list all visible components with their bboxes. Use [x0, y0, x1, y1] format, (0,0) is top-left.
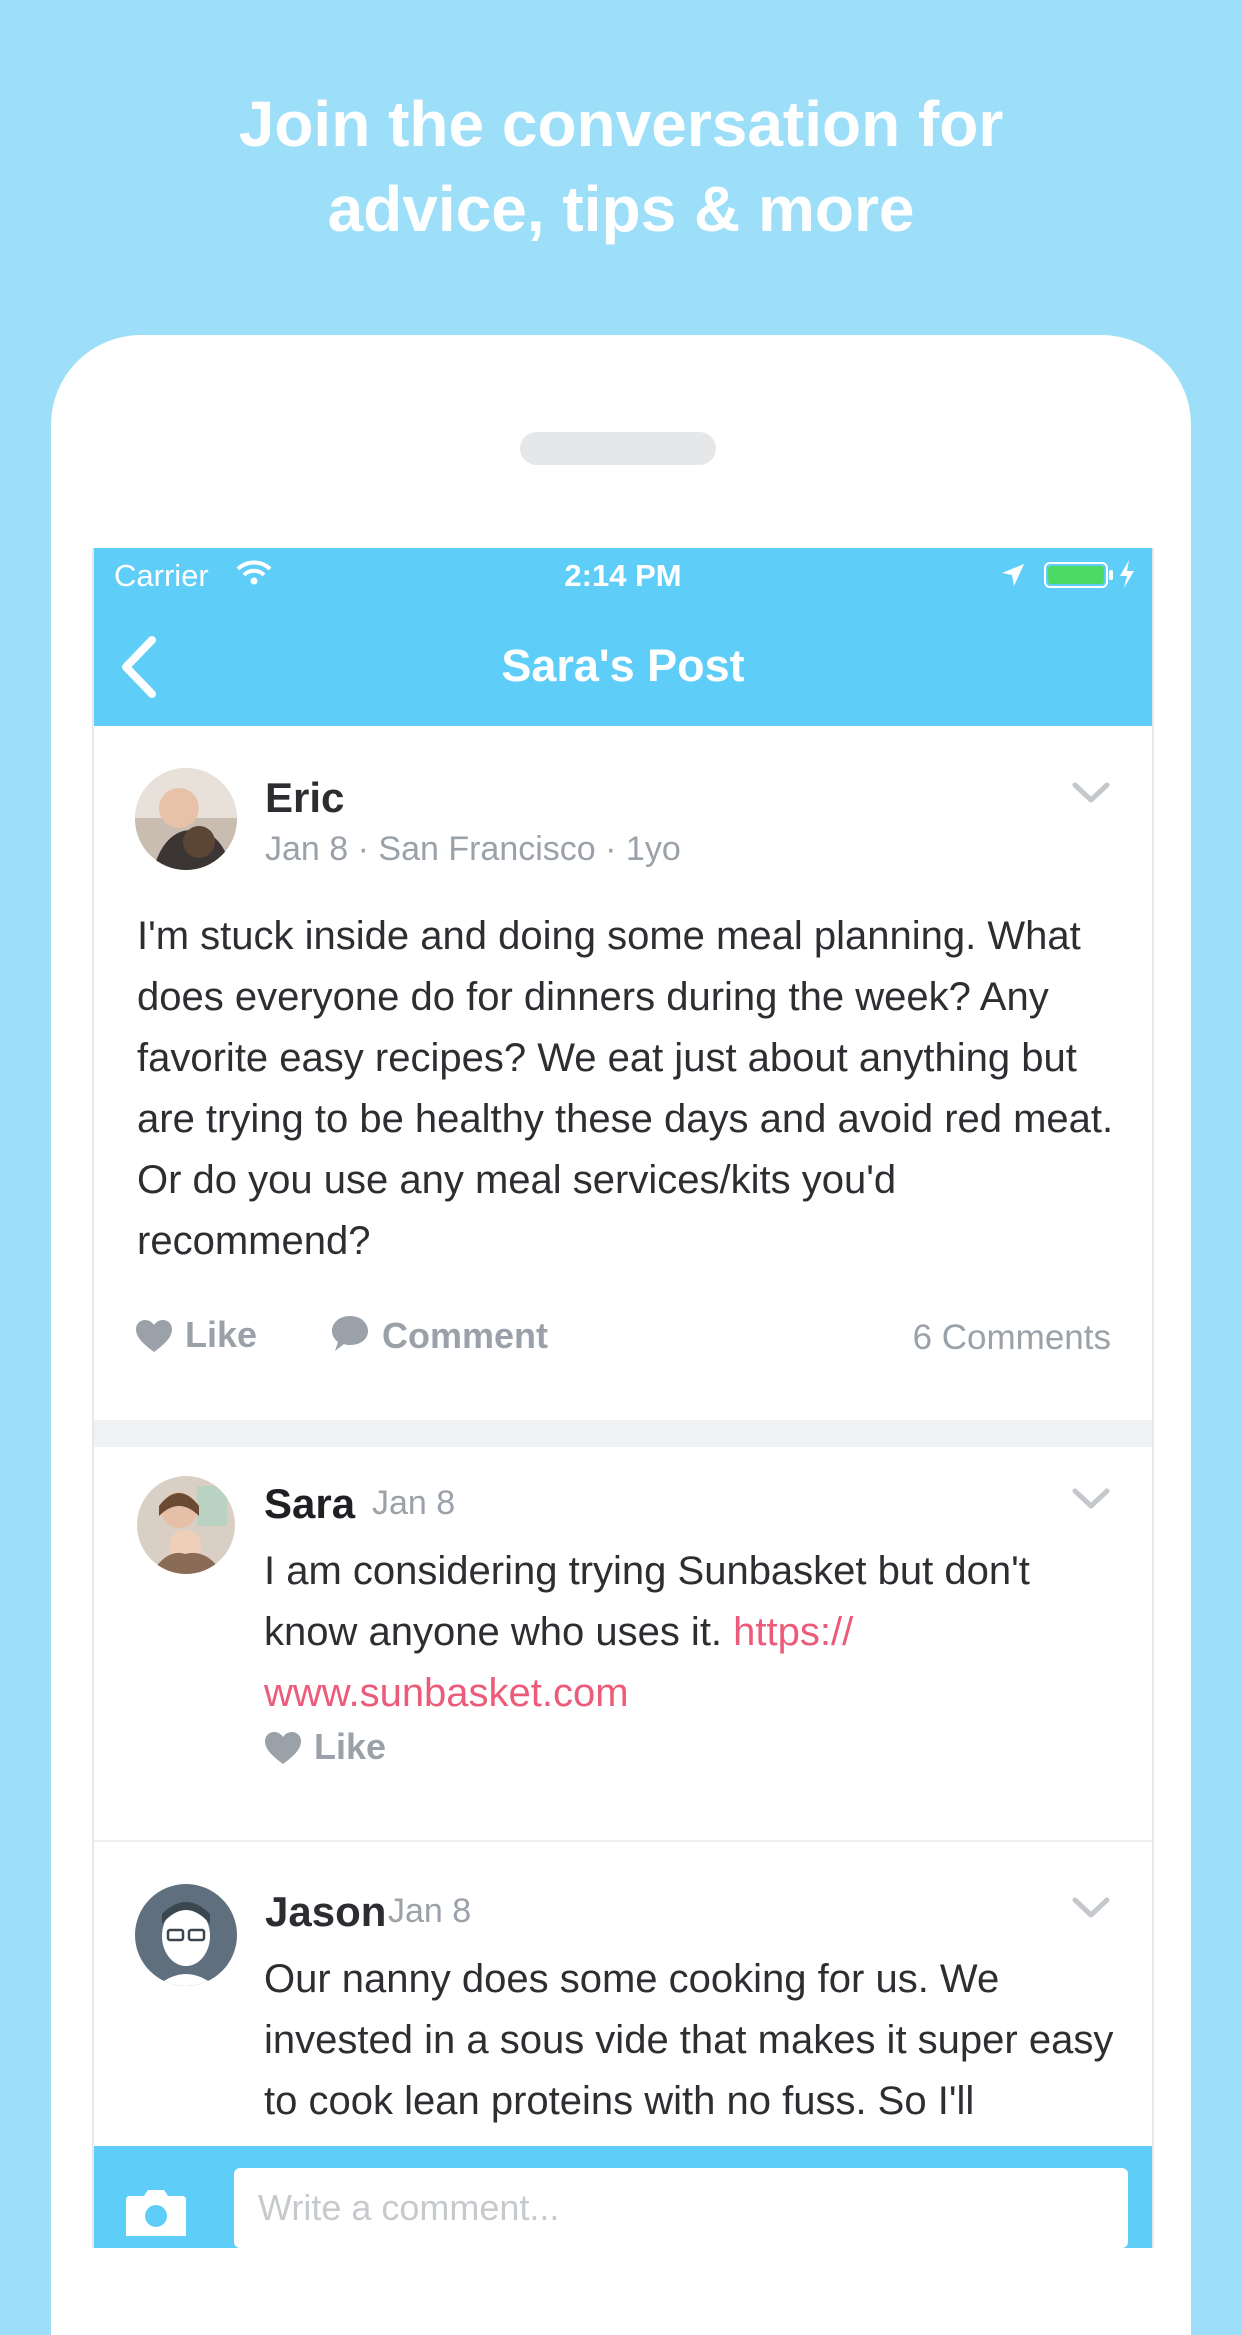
- heart-icon: [136, 1320, 172, 1352]
- comment-date: Jan 8: [372, 1484, 456, 1522]
- like-label: Like: [185, 1314, 258, 1355]
- comments-count[interactable]: 6 Comments: [913, 1318, 1111, 1358]
- navigation-bar: Carrier 2:14 PM Sara's Post: [94, 548, 1152, 726]
- charging-bolt-icon: [1120, 560, 1134, 588]
- comment-composer-bar: [94, 2146, 1152, 2248]
- comment-like-label: Like: [314, 1726, 387, 1767]
- comment-author[interactable]: Jason: [265, 1888, 386, 1936]
- comment-body: Our nanny does some cooking for us. We i…: [264, 1957, 1114, 2123]
- app-screen: Carrier 2:14 PM Sara's Post Eric Jan 8 ·…: [92, 548, 1154, 2248]
- comment-date: Jan 8: [388, 1892, 472, 1930]
- avatar-eric[interactable]: [135, 768, 237, 870]
- battery-icon: [1044, 562, 1113, 588]
- post-author[interactable]: Eric: [265, 774, 344, 822]
- camera-icon[interactable]: [126, 2190, 186, 2236]
- headline-line-1: Join the conversation for: [238, 88, 1004, 160]
- like-button[interactable]: Like: [135, 1314, 257, 1356]
- page-title: Sara's Post: [501, 640, 745, 691]
- comment-options-chevron-down-icon[interactable]: [1071, 1486, 1111, 1512]
- comment-input[interactable]: [234, 2168, 1128, 2248]
- post-body: I'm stuck inside and doing some meal pla…: [137, 914, 1114, 1263]
- speech-bubble-icon: [332, 1316, 368, 1351]
- section-separator: [94, 1420, 1152, 1447]
- heart-icon: [265, 1732, 301, 1764]
- marketing-headline: Join the conversation for advice, tips &…: [0, 82, 1242, 252]
- comment-options-chevron-down-icon[interactable]: [1071, 1895, 1111, 1921]
- status-time: 2:14 PM: [564, 558, 682, 593]
- comment-text: I am considering trying Sunbasket but do…: [264, 1549, 1030, 1654]
- comment-author[interactable]: Sara: [264, 1480, 355, 1528]
- comment-like-button[interactable]: Like: [264, 1726, 386, 1768]
- post-meta: Jan 8 · San Francisco · 1yo: [265, 830, 681, 868]
- headline-line-2: advice, tips & more: [327, 173, 915, 245]
- comment-divider: [94, 1840, 1152, 1842]
- post-options-chevron-down-icon[interactable]: [1071, 780, 1111, 806]
- comment-body: I am considering trying Sunbasket but do…: [264, 1541, 1114, 1724]
- location-arrow-icon: [1002, 564, 1024, 586]
- comment-button[interactable]: Comment: [330, 1314, 548, 1357]
- phone-speaker: [520, 432, 716, 465]
- avatar-sara[interactable]: [137, 1476, 235, 1574]
- avatar-jason[interactable]: [135, 1884, 237, 1986]
- comment-label: Comment: [382, 1315, 549, 1356]
